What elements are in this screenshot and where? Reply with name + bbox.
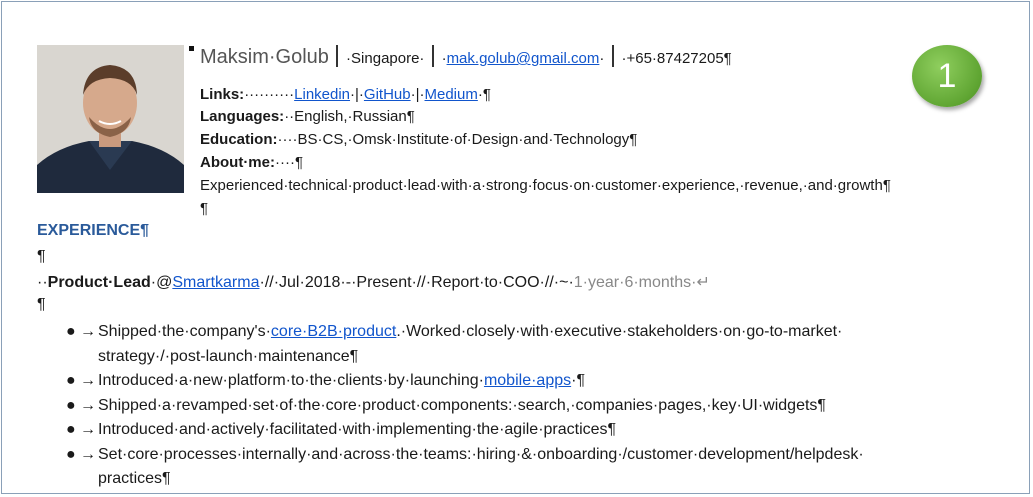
company-link[interactable]: Smartkarma <box>172 274 259 291</box>
pilcrow: ·¶ <box>477 86 491 103</box>
list-item: ● → Introduced·a·new·platform·to·the·cli… <box>66 369 1026 394</box>
bullet-icon: ● <box>66 372 76 389</box>
spacer: ·········· <box>244 86 295 103</box>
tab-arrow-icon: → <box>80 396 96 414</box>
location: ·Singapore· <box>346 50 425 67</box>
bullet-icon: ● <box>66 445 76 463</box>
list-item: ● → Introduced·and·actively·facilitated·… <box>66 418 1026 443</box>
about-label: About·me: <box>200 154 275 171</box>
profile-photo <box>37 45 184 193</box>
resume-document: Maksim·Golub ·Singapore· ·mak.golub@gmai… <box>0 0 1033 497</box>
header-line: Maksim·Golub ·Singapore· ·mak.golub@gmai… <box>200 45 732 68</box>
anchor-marker <box>189 46 194 51</box>
separator: ·|· <box>350 86 364 103</box>
bullet-icon: ● <box>66 323 76 340</box>
experience-heading: EXPERIENCE¶ <box>37 222 150 239</box>
separator <box>611 45 614 67</box>
spacer: ·· <box>37 274 48 291</box>
blank-paragraph: ¶ <box>37 248 46 265</box>
about-tail: ····¶ <box>275 154 304 171</box>
links-row: Links:··········Linkedin·|·GitHub·|·Medi… <box>200 86 491 103</box>
languages-row: Languages:··English,·Russian¶ <box>200 108 415 125</box>
links-label: Links: <box>200 86 245 103</box>
education-row: Education:····BS·CS,·Omsk·Institute·of·D… <box>200 131 637 148</box>
candidate-name: Maksim·Golub <box>200 46 329 68</box>
blank-paragraph: ¶ <box>200 200 209 217</box>
languages-value: ··English,·Russian¶ <box>284 108 415 125</box>
job-title: Product·Lead <box>47 274 151 291</box>
mobile-apps-link[interactable]: mobile·apps <box>484 372 571 389</box>
github-link[interactable]: GitHub <box>364 86 411 103</box>
step-number-badge: 1 <box>912 45 982 107</box>
about-row: About·me:····¶ <box>200 154 303 171</box>
about-text: Experienced·technical·product·lead·with·… <box>200 177 891 194</box>
separator <box>432 45 434 67</box>
tab-arrow-icon: → <box>80 372 96 389</box>
separator <box>336 45 339 67</box>
education-value: ····BS·CS,·Omsk·Institute·of·Design·and·… <box>277 131 638 148</box>
education-label: Education: <box>200 131 278 148</box>
tab-arrow-icon: → <box>80 421 96 438</box>
list-item: ● → Set·core·processes·internally·and·ac… <box>66 443 1026 492</box>
linkedin-link[interactable]: Linkedin <box>294 86 350 103</box>
languages-label: Languages: <box>200 108 285 125</box>
experience-bullets: ● → Shipped·the·company's·core·B2B·produ… <box>66 320 1026 492</box>
core-b2b-product-link[interactable]: core·B2B·product <box>271 323 396 340</box>
job-line: ··Product·Lead·@Smartkarma·//·Jul·2018·-… <box>37 272 710 292</box>
tab-arrow-icon: → <box>80 323 96 340</box>
separator: ·|· <box>410 86 425 103</box>
list-item: ● → Shipped·a·revamped·set·of·the·core·p… <box>66 394 1026 419</box>
tab-arrow-icon: → <box>80 445 96 463</box>
blank-paragraph: ¶ <box>37 296 46 313</box>
job-details: ·//·Jul·2018·-·Present·//·Report·to·COO·… <box>259 274 574 291</box>
at-sign: ·@ <box>150 274 173 291</box>
email-link[interactable]: mak.golub@gmail.com <box>447 50 600 67</box>
medium-link[interactable]: Medium <box>425 86 478 103</box>
bullet-icon: ● <box>66 421 76 438</box>
list-item: ● → Shipped·the·company's·core·B2B·produ… <box>66 320 1026 369</box>
phone: ·+65·87427205¶ <box>621 50 732 67</box>
profile-photo-illustration <box>37 45 184 193</box>
job-duration: 1·year·6·months·↵ <box>573 274 710 291</box>
bullet-icon: ● <box>66 396 76 414</box>
